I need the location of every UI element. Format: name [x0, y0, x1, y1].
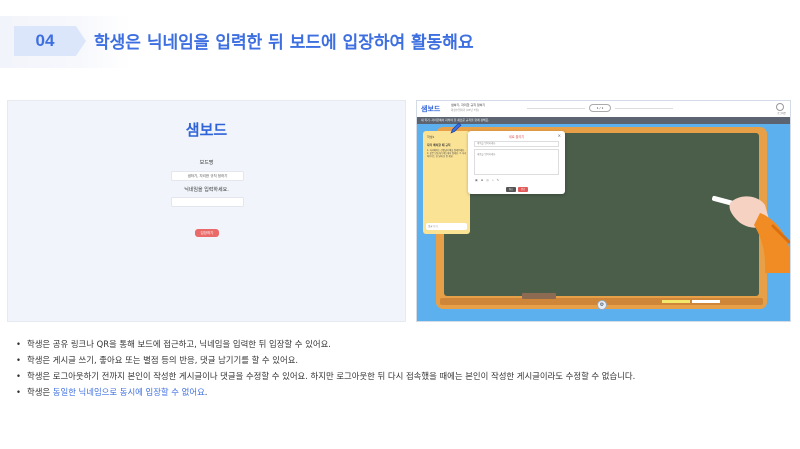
- board-subtitle: 화상수업하기 (03년 7월): [451, 109, 479, 112]
- close-icon[interactable]: ×: [558, 133, 561, 138]
- list-item: 학생은 공유 링크나 QR을 통해 보드에 접근하고, 닉네임을 입력한 뒤 입…: [16, 336, 786, 352]
- board-notice: 새 학기, 자리한에서 지켜야 할 새로운 규칙을 함께 정해요.: [417, 117, 790, 124]
- app-logo: 샘보드: [185, 121, 228, 139]
- board-name-label: 보드명: [199, 160, 214, 166]
- yellow-chalk: [662, 300, 690, 303]
- modal-title: 새로 올리기: [508, 135, 525, 139]
- list-item: 학생은 동일한 닉네임으로 동시에 입장할 수 없어요.: [16, 384, 786, 400]
- nickname-label: 닉네임을 입력하세요.: [184, 187, 229, 193]
- reply-input[interactable]: 댓글 쓰기: [426, 223, 467, 230]
- section-number: 04: [35, 31, 55, 50]
- page-indicator[interactable]: 1 / 1: [589, 104, 611, 112]
- white-chalk: [692, 300, 720, 303]
- list-item: 학생은 게시글 쓰기, 좋아요 또는 별점 등의 반응, 댓글 남기기를 할 수…: [16, 352, 786, 368]
- board-topbar: 샘보드 샘하기, 자리한 규칙 정하기 화상수업하기 (03년 7월) 1 / …: [417, 101, 790, 117]
- page-title: 학생은 닉네임을 입력한 뒤 보드에 입장하여 활동해요: [94, 33, 474, 53]
- sticky-note[interactable]: 학생1 자리 배치할 때 규칙 1. 자리배치는 선생님이 짝을 정해주세요. …: [423, 131, 470, 234]
- sticky-title: 자리 배치할 때 규칙: [427, 143, 451, 147]
- eraser: [522, 293, 556, 299]
- enter-button[interactable]: 입장하기: [195, 229, 219, 237]
- sticky-body: 1. 자리배치는 선생님이 짝을 정해주세요. 2. 같은 모둠끼리 의논해서 …: [427, 149, 467, 159]
- section-number-badge: 04: [14, 26, 86, 56]
- hand-with-chalk-illustration: [712, 195, 790, 273]
- post-title-input[interactable]: 제목을 입력하세요.: [474, 141, 559, 147]
- login-screenshot: 샘보드 보드명 샘하기, 자리한 규칙 정하기 닉네임을 입력하세요. 입장하기: [7, 100, 406, 322]
- submit-button[interactable]: 완료: [518, 187, 528, 192]
- post-body-input[interactable]: 내용을 입력하세요.: [474, 149, 559, 175]
- user-label[interactable]: 로그아웃: [777, 111, 786, 115]
- gear-icon[interactable]: ⚙: [597, 300, 607, 310]
- attachment-toolbar[interactable]: ▣ ⊞ ◎ ⌁ ✎: [475, 178, 500, 182]
- board-name-field: 샘하기, 자리한 규칙 정하기: [171, 171, 244, 181]
- list-item: 학생은 로그아웃하기 전까지 본인이 작성한 게시글이나 댓글을 수정할 수 있…: [16, 368, 786, 384]
- board-title: 샘하기, 자리한 규칙 정하기: [451, 103, 486, 107]
- board-screenshot: 샘보드 샘하기, 자리한 규칙 정하기 화상수업하기 (03년 7월) 1 / …: [416, 100, 791, 322]
- description-list: 학생은 공유 링크나 QR을 통해 보드에 접근하고, 닉네임을 입력한 뒤 입…: [16, 336, 786, 400]
- sticky-author: 학생1: [427, 135, 435, 139]
- list-item-text: 학생은: [27, 387, 53, 397]
- board-logo: 샘보드: [421, 105, 441, 113]
- pager-track-right: [615, 108, 673, 109]
- list-item-text: .: [204, 387, 208, 397]
- nickname-input[interactable]: [171, 197, 244, 207]
- cancel-button[interactable]: 취소: [506, 187, 516, 192]
- highlighted-text: 동일한 닉네임으로 동시에 입장할 수 없어요: [52, 387, 205, 397]
- pager-track-left: [527, 108, 585, 109]
- new-post-modal: 새로 올리기 × 제목을 입력하세요. 내용을 입력하세요. ▣ ⊞ ◎ ⌁ ✎…: [468, 131, 565, 194]
- user-icon[interactable]: [776, 103, 784, 111]
- pencil-icon: [450, 122, 462, 134]
